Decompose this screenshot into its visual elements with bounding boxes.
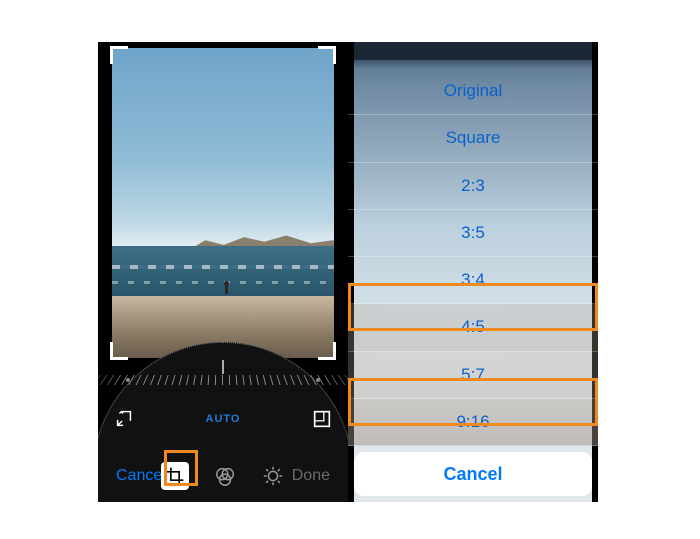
crop-handle-tr[interactable]: [318, 46, 336, 64]
filters-icon[interactable]: [213, 464, 237, 488]
option-label: 3:5: [461, 223, 485, 243]
cancel-button[interactable]: Cancel: [116, 467, 166, 485]
option-label: 4:5: [461, 317, 485, 337]
aspect-option-2-3[interactable]: 2:3: [348, 163, 598, 210]
sheet-top-grad: [348, 60, 598, 68]
aspect-option-3-4[interactable]: 3:4: [348, 257, 598, 304]
aspect-option-5-7[interactable]: 5:7: [348, 352, 598, 399]
aspect-ratio-list: Original Square 2:3 3:5 3:4 4:5 5:7 9:16: [348, 68, 598, 446]
photo-person: [225, 284, 228, 294]
crop-handle-tl[interactable]: [110, 46, 128, 64]
done-button[interactable]: Done: [292, 467, 330, 485]
rotate-icon[interactable]: [112, 407, 136, 431]
photo-wave: [112, 265, 334, 269]
option-label: Original: [444, 81, 503, 101]
editor-bottom-bar: Cancel Done: [98, 450, 348, 502]
dial-dot: [316, 378, 320, 382]
adjust-icon[interactable]: [261, 464, 285, 488]
dial-center-marker: [222, 360, 224, 374]
photo-editor-panel: AUTO Cancel Done: [98, 42, 348, 502]
option-label: 3:4: [461, 270, 485, 290]
aspect-option-original[interactable]: Original: [348, 68, 598, 115]
option-label: 5:7: [461, 365, 485, 385]
photo-sea: [112, 246, 334, 302]
aspect-option-9-16[interactable]: 9:16: [348, 399, 598, 446]
photo-wave: [112, 281, 334, 284]
aspect-option-square[interactable]: Square: [348, 115, 598, 162]
auto-label[interactable]: AUTO: [206, 413, 241, 425]
aspect-option-4-5[interactable]: 4:5: [348, 304, 598, 351]
aspect-ratio-sheet-panel: Original Square 2:3 3:5 3:4 4:5 5:7 9:16…: [348, 42, 598, 502]
crop-icon[interactable]: [161, 462, 189, 490]
cancel-label: Cancel: [443, 464, 502, 485]
aspect-icon[interactable]: [310, 407, 334, 431]
sheet-cancel-button[interactable]: Cancel: [354, 452, 592, 496]
option-label: 2:3: [461, 176, 485, 196]
sheet-top-dark: [348, 42, 598, 60]
option-label: Square: [446, 128, 501, 148]
crop-tool-row: AUTO: [98, 402, 348, 436]
dial-dot: [126, 378, 130, 382]
aspect-option-3-5[interactable]: 3:5: [348, 210, 598, 257]
option-label: 9:16: [456, 412, 489, 432]
photo-preview[interactable]: [112, 48, 334, 358]
screenshot-pair: AUTO Cancel Done: [98, 42, 598, 502]
